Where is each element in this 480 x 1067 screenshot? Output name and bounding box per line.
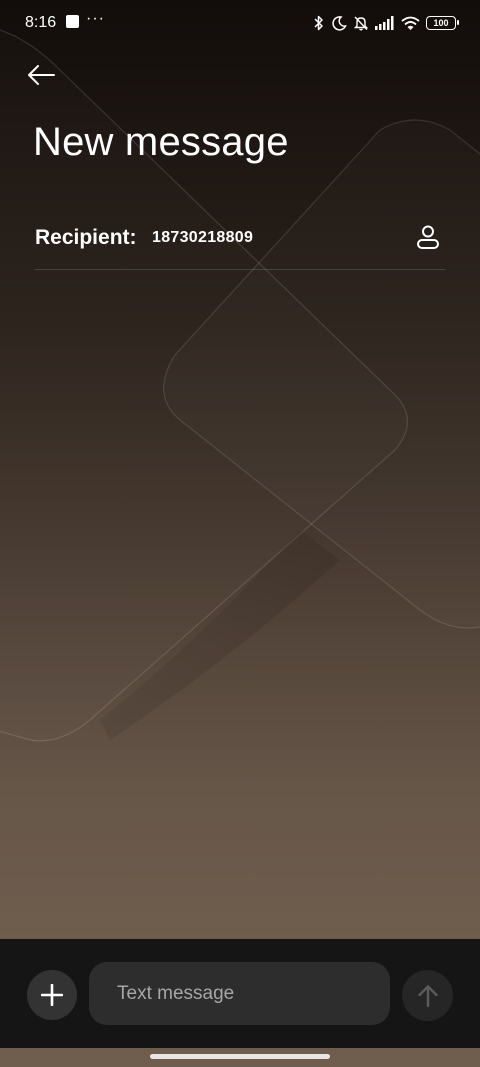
do-not-disturb-moon-icon: [332, 16, 347, 31]
cellular-signal-icon: [375, 16, 394, 30]
add-attachment-button[interactable]: [27, 970, 77, 1020]
bluetooth-icon: [314, 15, 323, 31]
recipient-row: Recipient: 18730218809: [35, 218, 445, 270]
muted-bell-icon: [353, 16, 369, 31]
notification-square-icon: [66, 15, 79, 28]
contact-picker-button[interactable]: [411, 220, 445, 254]
arrow-up-icon: [417, 984, 438, 1007]
wifi-icon: [401, 16, 420, 30]
status-bar: 8:16 ··· 100: [0, 0, 480, 46]
battery-icon: 100: [426, 16, 459, 30]
page-title: New message: [33, 120, 289, 164]
send-button[interactable]: [402, 970, 453, 1021]
more-notifications-icon: ···: [86, 10, 105, 27]
home-indicator[interactable]: [150, 1054, 330, 1059]
arrow-left-icon: [28, 65, 55, 85]
person-contact-icon: [417, 225, 439, 249]
plus-icon: [41, 984, 63, 1006]
message-composer: [0, 939, 480, 1048]
recipient-label: Recipient:: [35, 226, 137, 249]
back-button[interactable]: [22, 58, 60, 92]
status-time: 8:16: [25, 14, 57, 31]
message-input[interactable]: [89, 962, 390, 1025]
recipient-value[interactable]: 18730218809: [152, 229, 253, 247]
status-icons: 100: [313, 13, 459, 33]
